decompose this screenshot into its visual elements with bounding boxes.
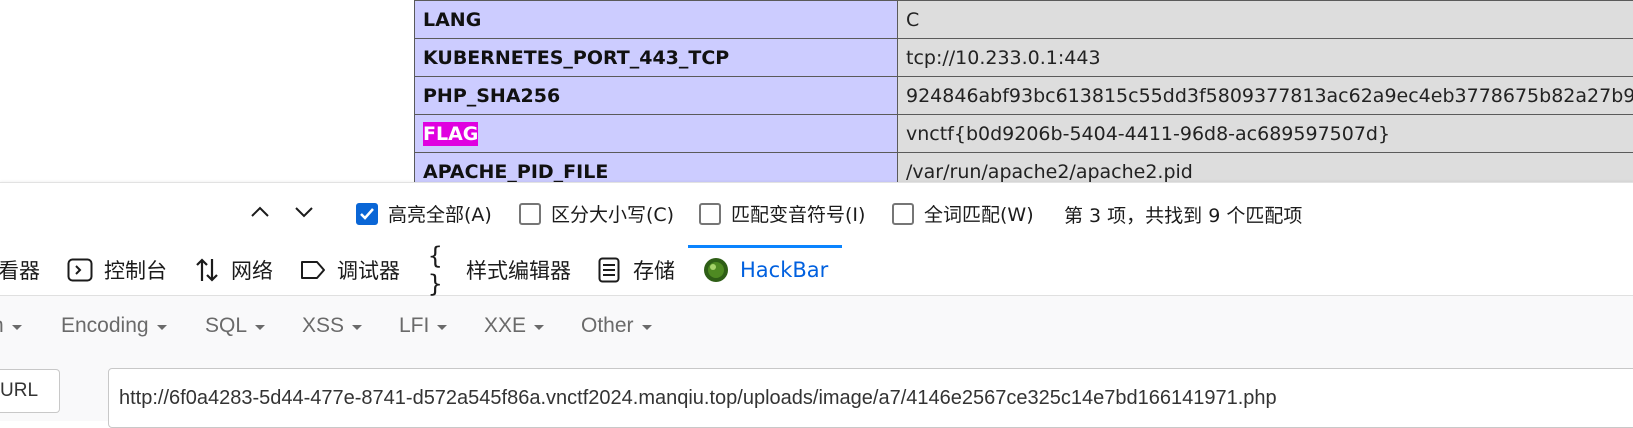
menu-lfi-dropdown[interactable]: LFI	[399, 314, 447, 338]
tab-label: 存储	[633, 255, 675, 285]
chevron-down-icon	[295, 206, 313, 218]
checkbox-label: 匹配变音符号(I)	[731, 200, 865, 227]
caret-down-icon	[437, 325, 447, 330]
tab-inspector[interactable]: 看器	[0, 245, 40, 295]
tab-label: 控制台	[104, 255, 167, 285]
table-row: FLAG vnctf{b0d9206b-5404-4411-96d8-ac689…	[415, 115, 1633, 153]
console-icon	[66, 256, 94, 284]
checkbox-box[interactable]	[356, 203, 378, 225]
devtools-tab-bar: 看器 控制台 网络 调试器 { } 样式编辑器 存储 HackBar	[0, 245, 1633, 296]
env-key-flag: FLAG	[415, 115, 898, 153]
menu-sql-dropdown[interactable]: SQL	[205, 314, 265, 338]
menu-label: LFI	[399, 314, 429, 338]
tab-console[interactable]: 控制台	[66, 245, 167, 295]
checkbox-label: 全词匹配(W)	[924, 200, 1034, 227]
env-value-flag: vnctf{b0d9206b-5404-4411-96d8-ac68959750…	[898, 115, 1633, 153]
env-value: C	[898, 1, 1633, 39]
hackbar-icon	[702, 256, 730, 284]
menu-encoding-dropdown[interactable]: Encoding	[61, 314, 167, 338]
load-url-button[interactable]: URL	[0, 369, 60, 413]
checkbox-label: 区分大小写(C)	[551, 200, 674, 227]
tab-hackbar[interactable]: HackBar	[702, 245, 828, 295]
caret-down-icon	[352, 325, 362, 330]
tab-storage[interactable]: 存储	[595, 245, 675, 295]
storage-icon	[595, 256, 623, 284]
caret-down-icon	[157, 325, 167, 330]
menu-other-dropdown[interactable]: Other	[581, 314, 652, 338]
env-value: tcp://10.233.0.1:443	[898, 39, 1633, 77]
table-row: KUBERNETES_PORT_443_TCP tcp://10.233.0.1…	[415, 39, 1633, 77]
checkbox-box[interactable]	[892, 203, 914, 225]
tab-label: 调试器	[337, 255, 400, 285]
tab-label: HackBar	[740, 258, 828, 282]
find-previous-button[interactable]	[243, 197, 277, 231]
find-next-button[interactable]	[287, 197, 321, 231]
menu-xss-dropdown[interactable]: XSS	[302, 314, 362, 338]
menu-label: Encoding	[61, 314, 149, 338]
chevron-up-icon	[251, 206, 269, 218]
tab-label: 看器	[0, 255, 40, 285]
menu-label: XXE	[484, 314, 526, 338]
match-diacritics-checkbox[interactable]: 匹配变音符号(I)	[699, 200, 865, 227]
checkbox-box[interactable]	[699, 203, 721, 225]
checkmark-icon	[360, 208, 374, 220]
checkbox-label: 高亮全部(A)	[388, 200, 492, 227]
network-icon	[193, 256, 221, 284]
tab-label: 网络	[231, 255, 273, 285]
debugger-icon	[299, 256, 327, 284]
environment-table: LANG C KUBERNETES_PORT_443_TCP tcp://10.…	[414, 0, 1633, 191]
env-value: 924846abf93bc613815c55dd3f5809377813ac62…	[898, 77, 1633, 115]
env-key: PHP_SHA256	[415, 77, 898, 115]
menu-load-dropdown[interactable]: n	[0, 314, 22, 338]
menu-label: XSS	[302, 314, 344, 338]
env-key: LANG	[415, 1, 898, 39]
table-row: PHP_SHA256 924846abf93bc613815c55dd3f580…	[415, 77, 1633, 115]
table-row: LANG C	[415, 1, 1633, 39]
tab-label: 样式编辑器	[466, 255, 571, 285]
whole-words-checkbox[interactable]: 全词匹配(W)	[892, 200, 1034, 227]
hackbar-url-area: URL	[0, 358, 1633, 421]
caret-down-icon	[12, 325, 22, 330]
find-bar: 高亮全部(A) 区分大小写(C) 匹配变音符号(I) 全词匹配(W) 第 3 项…	[0, 182, 1633, 246]
tab-network[interactable]: 网络	[193, 245, 273, 295]
search-highlight: FLAG	[423, 122, 478, 146]
tab-style-editor[interactable]: { } 样式编辑器	[428, 245, 571, 295]
style-editor-icon: { }	[428, 256, 456, 284]
menu-label: SQL	[205, 314, 247, 338]
url-input[interactable]	[108, 368, 1633, 428]
menu-xxe-dropdown[interactable]: XXE	[484, 314, 544, 338]
hackbar-menu: n Encoding SQL XSS LFI XXE Other	[0, 296, 1633, 358]
match-case-checkbox[interactable]: 区分大小写(C)	[519, 200, 674, 227]
menu-label: Other	[581, 314, 634, 338]
tab-debugger[interactable]: 调试器	[299, 245, 400, 295]
caret-down-icon	[255, 325, 265, 330]
menu-label: n	[0, 314, 4, 338]
caret-down-icon	[642, 325, 652, 330]
find-result-status: 第 3 项，共找到 9 个匹配项	[1064, 201, 1302, 228]
env-key: KUBERNETES_PORT_443_TCP	[415, 39, 898, 77]
checkbox-box[interactable]	[519, 203, 541, 225]
highlight-all-checkbox[interactable]: 高亮全部(A)	[356, 200, 492, 227]
caret-down-icon	[534, 325, 544, 330]
